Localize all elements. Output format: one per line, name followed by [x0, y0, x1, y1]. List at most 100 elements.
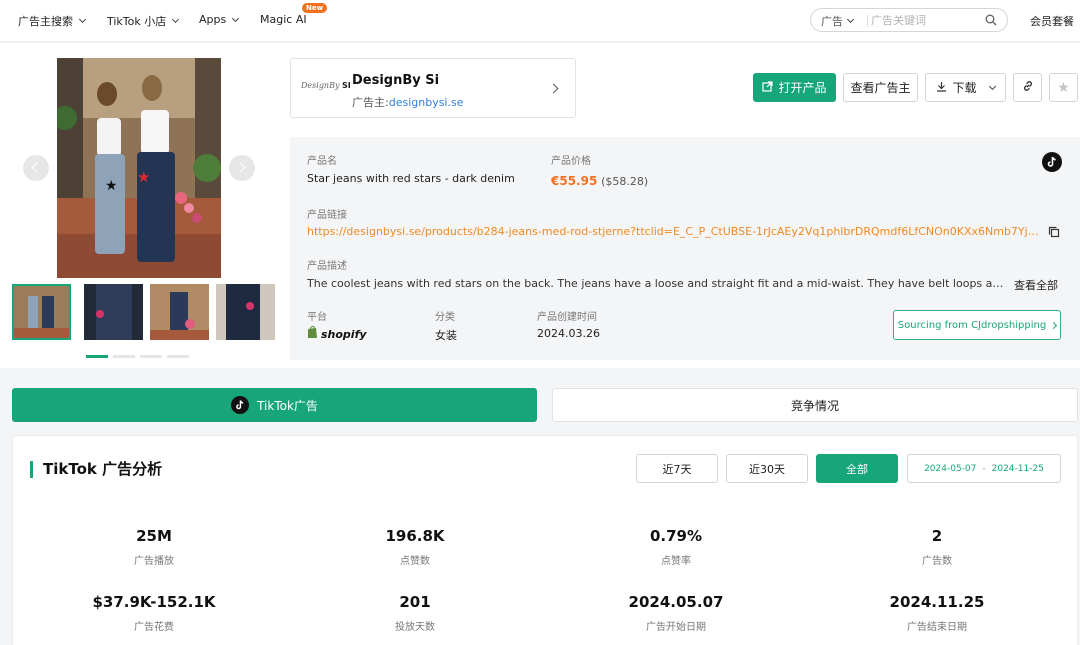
search-divider: [867, 15, 868, 27]
tab-competition[interactable]: 竞争情况: [552, 388, 1078, 422]
image-thumbnail[interactable]: [150, 284, 209, 340]
svg-text:★: ★: [105, 178, 118, 194]
tab-tiktok-ads-label: TikTok广告: [257, 398, 318, 413]
stat-value: 2024.05.07: [628, 593, 724, 611]
chevron-down-icon: [78, 15, 87, 24]
product-overview: ★ ★ DesignBy SI DesignBy Si 广告主:designby…: [0, 43, 1080, 368]
download-button[interactable]: 下载: [925, 73, 1006, 102]
date-start: 2024-05-07: [924, 463, 977, 474]
pagination-dot[interactable]: [140, 355, 162, 358]
nav-magic-ai-label: Magic AI: [260, 13, 307, 26]
price-current: €55.95: [551, 174, 598, 188]
filter-all-label: 全部: [846, 462, 868, 476]
nav-magic-ai[interactable]: Magic AI: [260, 13, 307, 26]
product-info-panel: 产品名 Star jeans with red stars - dark den…: [290, 137, 1080, 360]
image-thumbnail[interactable]: [216, 284, 275, 340]
chevron-down-icon: [988, 82, 996, 90]
see-all-link[interactable]: 查看全部: [1014, 277, 1058, 293]
view-advertiser-label: 查看广告主: [850, 81, 911, 95]
stat-label: 广告开始日期: [646, 622, 706, 633]
next-image-button[interactable]: [229, 155, 255, 181]
product-main-image: ★ ★: [57, 58, 221, 278]
filter-30-days-label: 近30天: [749, 462, 785, 476]
stat-value: $37.9K-152.1K: [92, 593, 216, 611]
chevron-right-icon: [1050, 321, 1058, 329]
stat-label: 广告花费: [134, 622, 174, 633]
product-link[interactable]: https://designbysi.se/products/b284-jean…: [307, 225, 1040, 238]
stat-ad-spend: $37.9K-152.1K 广告花费: [54, 593, 254, 633]
image-thumbnail[interactable]: [12, 284, 71, 340]
stat-value: 196.8K: [385, 527, 445, 545]
platform-label: 平台: [307, 312, 327, 323]
advertiser-logo: DesignBy SI: [301, 81, 351, 90]
product-price-label: 产品价格: [551, 156, 591, 167]
created-label: 产品创建时间: [537, 312, 597, 323]
category-label: 分类: [435, 312, 455, 323]
stat-label: 投放天数: [395, 622, 435, 633]
stat-like-rate: 0.79% 点赞率: [576, 527, 776, 567]
view-advertiser-button[interactable]: 查看广告主: [843, 73, 918, 102]
tiktok-icon: [231, 396, 250, 414]
nav-tiktok-shop-label: TikTok 小店: [107, 15, 167, 28]
stat-value: 201: [399, 593, 431, 611]
favorite-button[interactable]: ★: [1049, 73, 1078, 102]
ad-analysis-panel: TikTok 广告分析 近7天 近30天 全部 2024-05-07 - 202…: [12, 435, 1078, 645]
product-price: €55.95 ($58.28): [551, 174, 648, 188]
vip-plans-link[interactable]: 会员套餐: [1030, 13, 1074, 29]
filter-7-days-label: 近7天: [662, 462, 692, 476]
open-product-label: 打开产品: [778, 81, 827, 95]
open-product-button[interactable]: 打开产品: [753, 73, 836, 102]
date-separator: -: [982, 463, 986, 474]
star-icon: ★: [1057, 79, 1070, 96]
advertiser-domain-line: 广告主:designbysi.se: [352, 94, 463, 110]
image-thumbnail[interactable]: [84, 284, 143, 340]
top-nav: 广告主搜索 TikTok 小店 Apps Magic AI New 广告 会员套…: [0, 0, 1080, 42]
date-range-picker[interactable]: 2024-05-07 - 2024-11-25: [907, 454, 1061, 483]
product-description: The coolest jeans with red stars on the …: [307, 277, 1004, 290]
sourcing-button[interactable]: Sourcing from CJdropshipping: [893, 310, 1061, 340]
tab-tiktok-ads[interactable]: TikTok广告: [12, 388, 537, 422]
product-name: Star jeans with red stars - dark denim: [307, 172, 515, 185]
stat-value: 0.79%: [649, 527, 703, 545]
nav-apps-label: Apps: [199, 13, 227, 26]
pagination-dot[interactable]: [167, 355, 189, 358]
stat-end-date: 2024.11.25 广告结束日期: [837, 593, 1037, 633]
new-badge: New: [302, 3, 328, 13]
search-type-label: 广告: [821, 15, 843, 28]
stat-label: 点赞数: [400, 556, 430, 567]
external-link-icon: [762, 80, 774, 95]
search-input[interactable]: [871, 12, 981, 28]
pagination-dot[interactable]: [86, 355, 108, 358]
stat-label: 广告数: [922, 556, 952, 567]
stat-value: 2024.11.25: [889, 593, 985, 611]
advertiser-domain-link[interactable]: designbysi.se: [389, 96, 464, 109]
svg-text:★: ★: [137, 168, 150, 186]
search-type-select[interactable]: 广告: [821, 13, 855, 29]
search-bar: 广告: [810, 8, 1008, 32]
created-value: 2024.03.26: [537, 327, 600, 340]
nav-tiktok-shop[interactable]: TikTok 小店: [107, 13, 180, 29]
pagination-dot[interactable]: [113, 355, 135, 358]
panel-title: TikTok 广告分析: [30, 461, 162, 478]
nav-advertiser-search-label: 广告主搜索: [18, 15, 73, 28]
product-name-label: 产品名: [307, 156, 337, 167]
nav-apps[interactable]: Apps: [199, 13, 240, 26]
filter-7-days[interactable]: 近7天: [636, 454, 718, 483]
stat-ad-views: 25M 广告播放: [54, 527, 254, 567]
stat-label: 点赞率: [661, 556, 691, 567]
copy-icon[interactable]: [1048, 226, 1060, 241]
link-icon: [1022, 80, 1034, 95]
filter-30-days[interactable]: 近30天: [726, 454, 808, 483]
search-icon[interactable]: [985, 14, 997, 29]
tiktok-icon[interactable]: [1042, 152, 1062, 172]
platform-value: shopify: [307, 325, 367, 342]
nav-advertiser-search[interactable]: 广告主搜索: [18, 13, 87, 29]
copy-link-button[interactable]: [1013, 73, 1042, 102]
advertiser-card[interactable]: DesignBy SI DesignBy Si 广告主:designbysi.s…: [290, 58, 576, 118]
prev-image-button[interactable]: [23, 155, 49, 181]
price-usd: ($58.28): [601, 175, 649, 188]
filter-all[interactable]: 全部: [816, 454, 898, 483]
category-value: 女装: [435, 329, 457, 342]
product-link-label: 产品链接: [307, 210, 347, 221]
date-end: 2024-11-25: [991, 463, 1044, 474]
